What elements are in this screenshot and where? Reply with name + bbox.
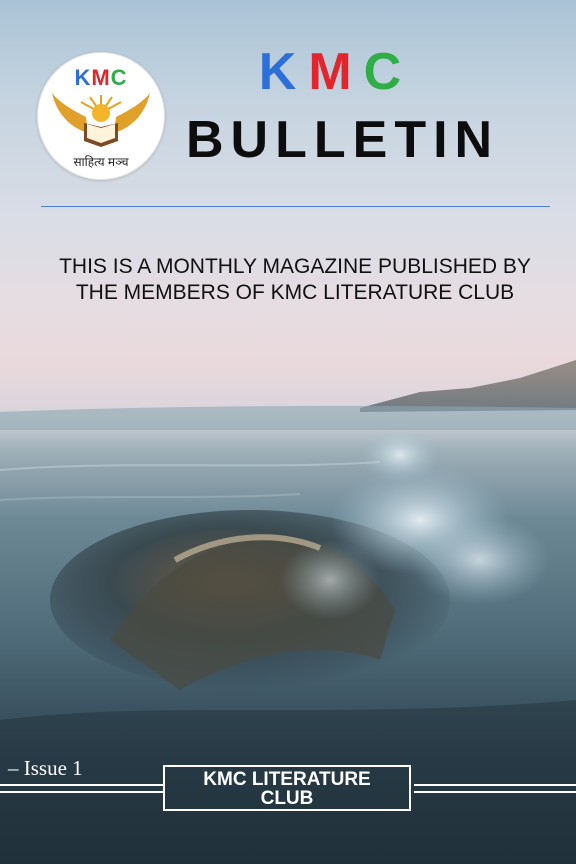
logo-letter-k: K	[74, 65, 92, 90]
magazine-cover: KMC साहित्य मञ्च KMC BULLETIN THIS IS A …	[0, 0, 576, 864]
club-name-box: KMC LITERATURE CLUB	[163, 765, 411, 811]
club-name-line1: KMC LITERATURE	[203, 769, 371, 790]
tagline: THIS IS A MONTHLY MAGAZINE PUBLISHED BY …	[59, 255, 531, 304]
footer-line-right-bottom	[414, 791, 576, 793]
masthead-letter-m: M	[308, 43, 364, 101]
masthead-title: BULLETIN	[186, 111, 500, 169]
logo-kmc-text: KMC	[38, 65, 164, 91]
masthead-letter-c: C	[363, 43, 414, 101]
issue-label: – Issue 1	[8, 756, 83, 780]
footer-line-right-top	[414, 784, 576, 786]
logo-subtitle: साहित्य मञ्च	[73, 155, 129, 169]
footer-line-left-top	[0, 784, 163, 786]
masthead-kmc: KMC	[186, 46, 486, 98]
club-logo: KMC साहित्य मञ्च	[37, 52, 165, 180]
winged-book-icon	[52, 93, 150, 147]
footer-line-left-bottom	[0, 791, 163, 793]
club-name-line2: CLUB	[260, 788, 314, 809]
logo-letter-c: C	[110, 65, 128, 90]
masthead-letter-k: K	[258, 43, 309, 101]
header-divider	[41, 206, 550, 207]
logo-letter-m: M	[91, 65, 111, 90]
